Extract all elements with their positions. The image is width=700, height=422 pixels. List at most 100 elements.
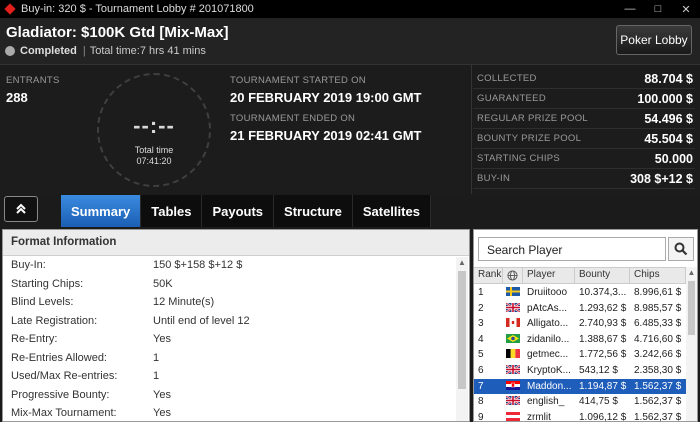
tab-structure[interactable]: Structure: [274, 195, 353, 227]
stat-label: STARTING CHIPS: [477, 153, 561, 164]
format-key: Used/Max Re-entries:: [11, 370, 118, 383]
stat-label: BOUNTY PRIZE POOL: [477, 133, 582, 144]
player-chips: 3.242,66 $: [634, 349, 682, 361]
format-value: 12 Minute(s): [153, 296, 215, 309]
entrants-value: 288: [6, 90, 28, 105]
scroll-up-arrow-icon[interactable]: ▲: [686, 267, 697, 279]
tab-bar: Summary Tables Payouts Structure Satelli…: [0, 194, 700, 228]
format-row: Blind Levels: 12 Minute(s): [3, 293, 469, 312]
search-button[interactable]: [668, 237, 694, 261]
format-row: Late Registration: Until end of level 12: [3, 312, 469, 331]
format-key: Mix-Max Tournament:: [11, 407, 117, 420]
player-scrollbar[interactable]: ▲: [686, 267, 697, 421]
close-button[interactable]: ✕: [672, 0, 700, 18]
stat-value: 308 $+12 $: [630, 171, 693, 186]
stat-value: 54.496 $: [644, 111, 693, 126]
format-value: 150 $+158 $+12 $: [153, 259, 243, 272]
player-name: english_: [527, 396, 565, 408]
search-icon: [674, 242, 688, 256]
brazil-flag-icon: [506, 333, 520, 343]
clock-total-value: 07:41:20: [136, 156, 172, 166]
austria-flag-icon: [506, 411, 520, 421]
player-flag: [503, 380, 523, 393]
collapse-button[interactable]: [4, 196, 38, 222]
player-name: zidanilo...: [527, 333, 570, 345]
globe-icon: [507, 270, 518, 281]
col-player[interactable]: Player: [523, 267, 575, 284]
player-bounty: 1.096,12 $: [579, 411, 627, 422]
tab-tables[interactable]: Tables: [141, 195, 203, 227]
info-divider: [471, 65, 472, 195]
player-row[interactable]: 4 zidanilo... 1.388,67 $ 4.716,60 $: [474, 332, 686, 347]
player-row[interactable]: 2 pAtcAs... 1.293,62 $ 8.985,57 $: [474, 301, 686, 316]
window-title: Buy-in: 320 $ - Tournament Lobby # 20107…: [21, 3, 254, 15]
col-rank[interactable]: Rank: [474, 267, 503, 284]
format-key: Blind Levels:: [11, 296, 74, 309]
format-value: Yes: [153, 388, 171, 401]
stat-row: COLLECTED 88.704 $: [473, 69, 695, 89]
player-flag: [503, 395, 523, 408]
stat-label: REGULAR PRIZE POOL: [477, 113, 588, 124]
format-row: Mix-Max Tournament: Yes: [3, 404, 469, 422]
player-chips: 1.562,37 $: [634, 380, 682, 392]
format-key: Progressive Bounty:: [11, 388, 110, 401]
player-flag: [503, 333, 523, 346]
entrants-label: ENTRANTS: [6, 75, 60, 86]
ended-label: TOURNAMENT ENDED ON: [230, 113, 356, 124]
player-chips: 1.562,37 $: [634, 396, 682, 408]
player-rank: 2: [478, 302, 484, 314]
format-row: Buy-In: 150 $+158 $+12 $: [3, 256, 469, 275]
player-row[interactable]: 3 Alligato... 2.740,93 $ 6.485,33 $: [474, 316, 686, 331]
stat-row: REGULAR PRIZE POOL 54.496 $: [473, 109, 695, 129]
player-row[interactable]: 1 Druiitooo 10.374,3... 8.996,61 $: [474, 285, 686, 300]
player-table-header: Rank Player Bounty Chips: [474, 267, 686, 284]
player-bounty: 543,12 $: [579, 365, 618, 376]
player-rank: 9: [478, 411, 484, 422]
minimize-button[interactable]: —: [616, 0, 644, 18]
player-row[interactable]: 9 zrmlit 1.096,12 $ 1.562,37 $: [474, 410, 686, 422]
status-separator: |: [82, 45, 86, 57]
search-player-input[interactable]: Search Player: [478, 237, 666, 261]
col-bounty[interactable]: Bounty: [575, 267, 630, 284]
format-value: 1: [153, 351, 160, 364]
format-value: Yes: [153, 333, 171, 346]
tournament-header: Gladiator: $100K Gtd [Mix-Max] Completed…: [0, 18, 700, 64]
format-value: 1: [153, 370, 160, 383]
double-chevron-up-icon: [16, 203, 26, 214]
scrollbar-thumb[interactable]: [458, 271, 466, 389]
player-flag: [503, 317, 523, 330]
scrollbar-thumb[interactable]: [688, 281, 695, 335]
stat-row: STARTING CHIPS 50.000: [473, 149, 695, 169]
col-chips[interactable]: Chips: [630, 267, 686, 284]
tab-summary[interactable]: Summary: [61, 195, 142, 227]
poker-lobby-button[interactable]: Poker Lobby: [616, 25, 692, 55]
player-chips: 8.996,61 $: [634, 287, 682, 298]
stat-value: 45.504 $: [644, 131, 693, 146]
canada-flag-icon: [506, 318, 520, 328]
player-rank: 6: [478, 365, 484, 376]
croatia-flag-icon: [506, 380, 520, 390]
uk-flag-icon: [505, 395, 521, 407]
player-row[interactable]: 8 english_ 414,75 $ 1.562,37 $: [474, 394, 686, 409]
format-row: Re-Entry: Yes: [3, 330, 469, 349]
tab-satellites[interactable]: Satellites: [352, 195, 431, 227]
player-name: zrmlit: [527, 411, 551, 422]
stat-label: GUARANTEED: [477, 93, 546, 104]
player-name: getmec...: [527, 349, 569, 361]
stat-value: 50.000: [654, 151, 693, 166]
window-titlebar: Buy-in: 320 $ - Tournament Lobby # 20107…: [0, 0, 700, 18]
format-scrollbar[interactable]: ▲: [456, 257, 468, 421]
tab-payouts[interactable]: Payouts: [202, 195, 275, 227]
ended-value: 21 FEBRUARY 2019 02:41 GMT: [230, 128, 422, 143]
stat-label: BUY-IN: [477, 173, 511, 184]
format-information-panel: Format Information Buy-In: 150 $+158 $+12…: [2, 229, 470, 422]
col-country[interactable]: [503, 267, 523, 284]
uk-flag-icon: [505, 364, 521, 375]
player-row[interactable]: 6 KryptoK... 543,12 $ 2.358,30 $: [474, 363, 686, 378]
maximize-button[interactable]: □: [644, 0, 672, 18]
format-key: Starting Chips:: [11, 277, 84, 290]
player-row[interactable]: 5 getmec... 1.772,56 $ 3.242,66 $: [474, 347, 686, 362]
player-row[interactable]: 7 Maddon... 1.194,87 $ 1.562,37 $: [474, 378, 686, 394]
scroll-up-arrow-icon[interactable]: ▲: [456, 257, 468, 269]
started-label: TOURNAMENT STARTED ON: [230, 75, 366, 86]
